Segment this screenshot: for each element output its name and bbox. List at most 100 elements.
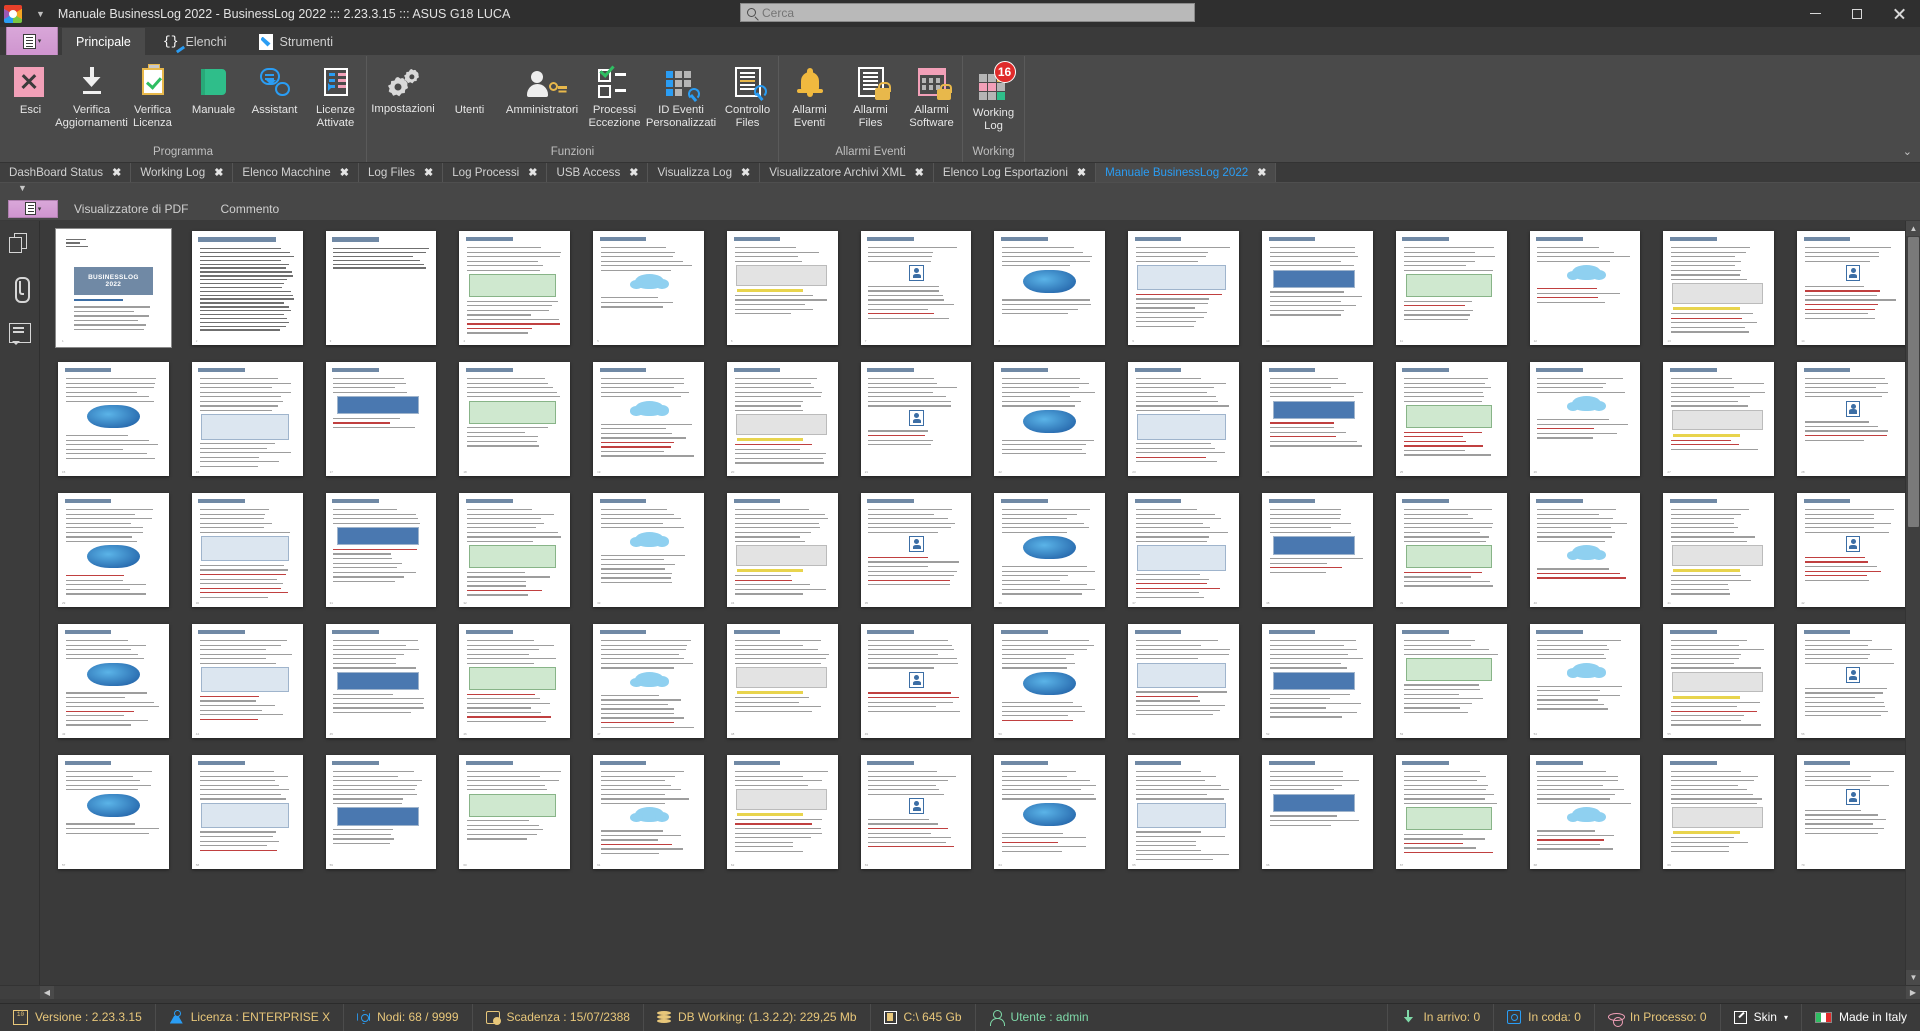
- ribbon-button-allarmi-files[interactable]: Allarmi Files: [840, 63, 901, 129]
- close-icon[interactable]: ✖: [528, 166, 537, 179]
- pages-icon[interactable]: [9, 233, 31, 255]
- pdf-page-thumbnail[interactable]: BUSINESSLOG20221: [58, 231, 169, 345]
- pdf-page-thumbnail[interactable]: 27: [1663, 362, 1774, 476]
- pdf-subbar-caret[interactable]: ▼: [0, 183, 1920, 197]
- close-button[interactable]: [1878, 0, 1920, 27]
- pdf-page-thumbnail[interactable]: 28: [1797, 362, 1908, 476]
- doc-tab-log-files[interactable]: Log Files ✖: [359, 163, 443, 182]
- pdf-page-thumbnail[interactable]: 45: [326, 624, 437, 738]
- pdf-page-thumbnail[interactable]: 36: [994, 493, 1105, 607]
- pdf-page-thumbnail[interactable]: 38: [1262, 493, 1373, 607]
- pdf-page-thumbnail[interactable]: 50: [994, 624, 1105, 738]
- close-icon[interactable]: ✖: [424, 166, 433, 179]
- ribbon-button-amministratori[interactable]: Amministratori: [500, 63, 584, 117]
- search-box[interactable]: [740, 3, 1195, 22]
- pdf-page-thumbnail[interactable]: 4: [459, 231, 570, 345]
- pdf-page-thumbnail[interactable]: 9: [1128, 231, 1239, 345]
- pdf-page-thumbnail[interactable]: 2: [192, 231, 303, 345]
- pdf-page-thumbnail[interactable]: 69: [1663, 755, 1774, 869]
- pdf-page-thumbnail[interactable]: 54: [1530, 624, 1641, 738]
- pdf-page-thumbnail[interactable]: 8: [994, 231, 1105, 345]
- close-icon[interactable]: ✖: [1257, 166, 1266, 179]
- ribbon-button-manuale[interactable]: Manuale: [183, 63, 244, 117]
- pdf-page-thumbnail[interactable]: 56: [1797, 624, 1908, 738]
- doc-tab-working-log[interactable]: Working Log ✖: [131, 163, 233, 182]
- pdf-file-menu-button[interactable]: ▾: [8, 200, 58, 218]
- pdf-page-thumbnail[interactable]: 59: [326, 755, 437, 869]
- ribbon-button-utenti[interactable]: Utenti: [439, 63, 500, 117]
- pdf-page-thumbnail[interactable]: 18: [459, 362, 570, 476]
- doc-tab-elenco-log-esportazioni[interactable]: Elenco Log Esportazioni ✖: [934, 163, 1096, 182]
- pdf-page-thumbnail[interactable]: 26: [1530, 362, 1641, 476]
- scroll-up-button[interactable]: ▲: [1906, 221, 1920, 236]
- pdf-page-thumbnail[interactable]: 52: [1262, 624, 1373, 738]
- pdf-page-thumbnail[interactable]: 34: [727, 493, 838, 607]
- doc-tab-manuale-businesslog-2022[interactable]: Manuale BusinessLog 2022 ✖: [1096, 163, 1276, 182]
- file-menu-button[interactable]: ▾: [6, 26, 58, 55]
- pdf-page-thumbnail[interactable]: 68: [1530, 755, 1641, 869]
- horizontal-scrollbar[interactable]: ◀ ▶: [0, 985, 1920, 999]
- pdf-page-thumbnail[interactable]: 37: [1128, 493, 1239, 607]
- ribbon-button-allarmi-eventi[interactable]: Allarmi Eventi: [779, 63, 840, 129]
- close-icon[interactable]: ✖: [741, 166, 750, 179]
- pdf-page-thumbnail[interactable]: 33: [593, 493, 704, 607]
- ribbon-button-impostazioni[interactable]: Impostazioni: [367, 63, 439, 116]
- close-icon[interactable]: ✖: [915, 166, 924, 179]
- pdf-page-thumbnail[interactable]: 21: [861, 362, 972, 476]
- close-icon[interactable]: ✖: [340, 166, 349, 179]
- pdf-page-thumbnail[interactable]: 7: [861, 231, 972, 345]
- ribbon-button-allarmi-software[interactable]: Allarmi Software: [901, 63, 962, 129]
- quick-access-caret-icon[interactable]: ▼: [36, 9, 45, 19]
- pdf-page-thumbnail[interactable]: 48: [727, 624, 838, 738]
- pdf-page-thumbnail[interactable]: 15: [58, 362, 169, 476]
- pdf-page-thumbnail[interactable]: 57: [58, 755, 169, 869]
- pdf-page-thumbnail[interactable]: 12: [1530, 231, 1641, 345]
- pdf-page-thumbnail[interactable]: 58: [192, 755, 303, 869]
- close-icon[interactable]: ✖: [214, 166, 223, 179]
- pdf-page-thumbnail[interactable]: 66: [1262, 755, 1373, 869]
- pdf-page-thumbnail[interactable]: 43: [58, 624, 169, 738]
- pdf-page-thumbnail[interactable]: 14: [1797, 231, 1908, 345]
- comment-icon[interactable]: [9, 323, 31, 343]
- search-input[interactable]: [762, 4, 1194, 21]
- pdf-thumbnail-area[interactable]: BUSINESSLOG20221234567891011121314151617…: [40, 221, 1920, 985]
- pdf-page-thumbnail[interactable]: 20: [727, 362, 838, 476]
- pdf-page-thumbnail[interactable]: 35: [861, 493, 972, 607]
- ribbon-collapse-button[interactable]: ⌄: [1903, 145, 1912, 158]
- doc-tab-log-processi[interactable]: Log Processi ✖: [443, 163, 547, 182]
- ribbon-button-controllo-files[interactable]: Controllo Files: [717, 63, 778, 129]
- pdf-page-thumbnail[interactable]: 65: [1128, 755, 1239, 869]
- scroll-thumb[interactable]: [1908, 237, 1919, 527]
- pdf-page-thumbnail[interactable]: 46: [459, 624, 570, 738]
- pdf-tab-visualizzatore[interactable]: Visualizzatore di PDF: [58, 202, 205, 216]
- doc-tab-elenco-macchine[interactable]: Elenco Macchine ✖: [233, 163, 359, 182]
- pdf-page-thumbnail[interactable]: 60: [459, 755, 570, 869]
- ribbon-button-id-eventi-personalizzati[interactable]: ID Eventi Personalizzati: [645, 63, 717, 129]
- pdf-page-thumbnail[interactable]: 30: [192, 493, 303, 607]
- scroll-down-button[interactable]: ▼: [1906, 970, 1920, 985]
- pdf-tab-commento[interactable]: Commento: [205, 202, 296, 216]
- pdf-page-thumbnail[interactable]: 67: [1396, 755, 1507, 869]
- pdf-page-thumbnail[interactable]: 11: [1396, 231, 1507, 345]
- pdf-page-thumbnail[interactable]: 70: [1797, 755, 1908, 869]
- ribbon-button-verifica-aggiornamenti[interactable]: Verifica Aggiornamenti: [61, 63, 122, 129]
- ribbon-button-esci[interactable]: Esci: [0, 63, 61, 117]
- pdf-page-thumbnail[interactable]: 47: [593, 624, 704, 738]
- pdf-page-thumbnail[interactable]: 5: [593, 231, 704, 345]
- pdf-page-thumbnail[interactable]: 24: [1262, 362, 1373, 476]
- ribbon-tab-principale[interactable]: Principale: [62, 28, 145, 55]
- pdf-page-thumbnail[interactable]: 3: [326, 231, 437, 345]
- maximize-button[interactable]: [1836, 0, 1878, 27]
- pdf-page-thumbnail[interactable]: 16: [192, 362, 303, 476]
- pdf-page-thumbnail[interactable]: 23: [1128, 362, 1239, 476]
- ribbon-button-verifica-licenza[interactable]: Verifica Licenza: [122, 63, 183, 129]
- pdf-page-thumbnail[interactable]: 55: [1663, 624, 1774, 738]
- pdf-page-thumbnail[interactable]: 49: [861, 624, 972, 738]
- pdf-page-thumbnail[interactable]: 31: [326, 493, 437, 607]
- doc-tab-visualizza-log[interactable]: Visualizza Log ✖: [648, 163, 760, 182]
- pdf-page-thumbnail[interactable]: 41: [1663, 493, 1774, 607]
- close-icon[interactable]: ✖: [112, 166, 121, 179]
- scroll-right-button[interactable]: ▶: [1906, 986, 1920, 999]
- pdf-page-thumbnail[interactable]: 13: [1663, 231, 1774, 345]
- pdf-page-thumbnail[interactable]: 62: [727, 755, 838, 869]
